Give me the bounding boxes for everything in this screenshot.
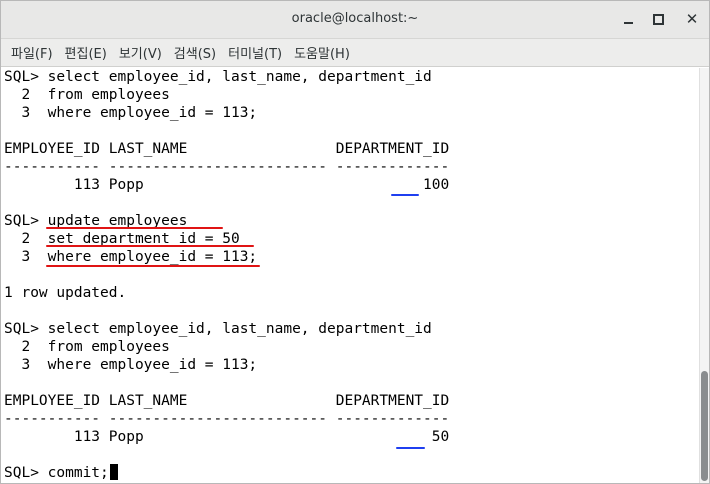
terminal-line: 3 where employee_id = 113; bbox=[4, 357, 258, 373]
terminal-line: 3 where employee_id = 113; bbox=[4, 105, 258, 121]
vertical-scrollbar[interactable] bbox=[699, 68, 709, 483]
menu-edit[interactable]: 편집(E) bbox=[59, 43, 113, 62]
terminal-line: 1 row updated. bbox=[4, 285, 127, 301]
title-bar[interactable]: oracle@localhost:~ ✕ bbox=[1, 1, 709, 39]
terminal-prompt-line: SQL> commit; bbox=[4, 464, 118, 482]
terminal-line: 2 from employees bbox=[4, 87, 170, 103]
minimize-button[interactable] bbox=[618, 9, 638, 29]
annotation-underline-red bbox=[46, 265, 260, 267]
annotation-underline-blue bbox=[396, 447, 425, 449]
terminal-output[interactable]: SQL> select employee_id, last_name, depa… bbox=[1, 68, 699, 483]
menu-file[interactable]: 파일(F) bbox=[5, 43, 59, 62]
terminal-line: 113 Popp 50 bbox=[4, 429, 450, 445]
terminal-line: ----------- ------------------------- --… bbox=[4, 159, 450, 175]
maximize-icon bbox=[652, 13, 664, 25]
menu-terminal[interactable]: 터미널(T) bbox=[222, 43, 288, 62]
terminal-line: ----------- ------------------------- --… bbox=[4, 411, 450, 427]
text-cursor bbox=[109, 464, 118, 480]
annotation-underline-red bbox=[46, 245, 254, 247]
maximize-button[interactable] bbox=[648, 9, 668, 29]
menu-bar: 파일(F) 편집(E) 보기(V) 검색(S) 터미널(T) 도움말(H) bbox=[1, 39, 709, 67]
close-button[interactable]: ✕ bbox=[682, 9, 702, 29]
window-title: oracle@localhost:~ bbox=[291, 11, 419, 26]
terminal-line: SQL> select employee_id, last_name, depa… bbox=[4, 321, 432, 337]
menu-help[interactable]: 도움말(H) bbox=[288, 43, 356, 62]
close-icon: ✕ bbox=[685, 9, 699, 28]
terminal-window: oracle@localhost:~ ✕ 파일(F) 편집(E) 보기(V) 검… bbox=[0, 0, 710, 484]
terminal-line: SQL> select employee_id, last_name, depa… bbox=[4, 69, 432, 85]
terminal-command: SQL> commit; bbox=[4, 465, 109, 481]
menu-search[interactable]: 검색(S) bbox=[168, 43, 222, 62]
terminal-line: 113 Popp 100 bbox=[4, 177, 450, 193]
terminal-line: 2 from employees bbox=[4, 339, 170, 355]
minimize-icon bbox=[623, 21, 633, 24]
terminal-line: EMPLOYEE_ID LAST_NAME DEPARTMENT_ID bbox=[4, 393, 450, 409]
terminal-line: 3 where employee_id = 113; bbox=[4, 249, 258, 265]
scrollbar-thumb[interactable] bbox=[701, 371, 708, 481]
annotation-underline-red bbox=[46, 227, 223, 229]
menu-view[interactable]: 보기(V) bbox=[113, 43, 168, 62]
annotation-underline-blue bbox=[391, 194, 419, 196]
terminal-line: EMPLOYEE_ID LAST_NAME DEPARTMENT_ID bbox=[4, 141, 450, 157]
